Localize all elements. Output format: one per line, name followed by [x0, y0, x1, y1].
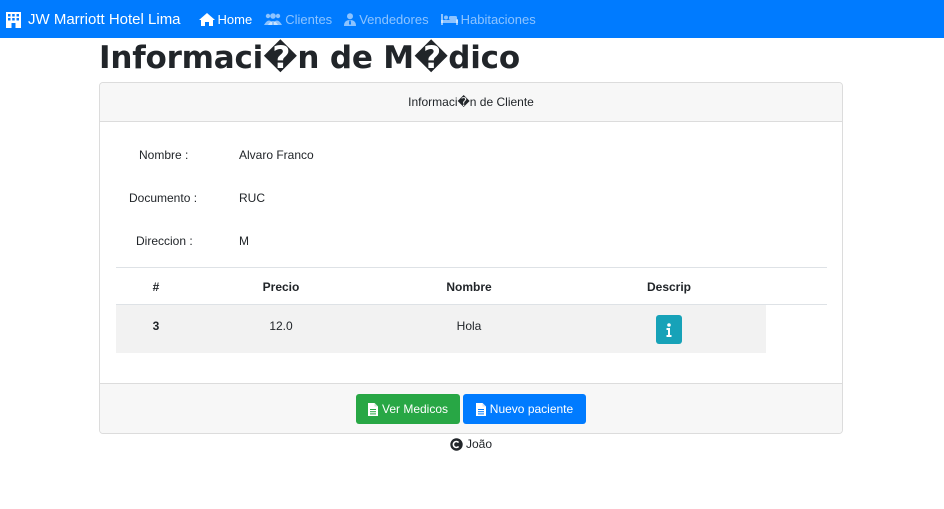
navbar: JW Marriott Hotel Lima Home Clientes Ven…: [0, 0, 944, 38]
footer-credit-label: João: [466, 437, 493, 451]
info-button[interactable]: [656, 315, 682, 344]
footer-credit: João: [450, 437, 492, 451]
nuevo-paciente-label: Nuevo paciente: [489, 402, 574, 416]
column-header-nombre: Nombre: [446, 280, 492, 294]
nuevo-paciente-button[interactable]: Nuevo paciente: [463, 394, 586, 424]
table-divider: [116, 267, 827, 268]
nav-item-vendedores[interactable]: Vendedores: [344, 11, 429, 27]
nav-item-label: Vendedores: [359, 11, 429, 27]
page-title: Informaci�n de M�dico: [99, 40, 520, 76]
nav-item-label: Clientes: [285, 11, 333, 27]
nav-menu: Home Clientes Vendedores Habitaciones: [198, 11, 548, 27]
table-row: 3 12.0 Hola: [116, 305, 766, 353]
nav-item-habitaciones[interactable]: Habitaciones: [440, 11, 536, 27]
cell-precio: 12.0: [269, 319, 293, 333]
field-value-nombre: Alvaro Franco: [239, 148, 314, 162]
card-footer: Ver Medicos Nuevo paciente: [100, 383, 842, 433]
card-header: Informaci�n de Cliente: [100, 83, 842, 122]
file-icon: [475, 402, 486, 416]
cell-id: 3: [152, 319, 160, 333]
field-label-direccion: Direccion :: [136, 234, 193, 248]
copyright-icon: [450, 437, 463, 451]
client-info-card: Informaci�n de Cliente Nombre : Alvaro F…: [99, 82, 843, 434]
column-header-precio: Precio: [262, 280, 300, 294]
building-icon: [5, 11, 22, 28]
brand-label: JW Marriott Hotel Lima: [28, 10, 181, 28]
card-header-title: Informaci�n de Cliente: [408, 95, 534, 109]
nav-item-clientes[interactable]: Clientes: [264, 12, 332, 27]
field-label-documento: Documento :: [129, 191, 198, 205]
info-icon: [666, 322, 672, 337]
field-label-nombre: Nombre :: [139, 148, 189, 162]
cell-nombre: Hola: [456, 319, 482, 333]
ver-medicos-label: Ver Medicos: [381, 402, 449, 416]
nav-item-label: Home: [217, 11, 253, 27]
brand[interactable]: JW Marriott Hotel Lima: [5, 11, 181, 28]
users-icon: [264, 13, 283, 25]
file-icon: [367, 402, 378, 416]
ver-medicos-button[interactable]: Ver Medicos: [356, 394, 460, 424]
home-icon: [198, 12, 215, 26]
field-value-documento: RUC: [239, 191, 265, 205]
user-tie-icon: [344, 12, 357, 26]
bed-icon: [440, 13, 458, 25]
field-value-direccion: M: [239, 234, 249, 248]
column-header-descrip: Descrip: [646, 280, 692, 294]
card-body: Nombre : Alvaro Franco Documento : RUC D…: [100, 122, 842, 384]
column-header-number: #: [152, 280, 160, 294]
nav-item-home[interactable]: Home: [198, 11, 253, 27]
nav-item-label: Habitaciones: [460, 11, 536, 27]
